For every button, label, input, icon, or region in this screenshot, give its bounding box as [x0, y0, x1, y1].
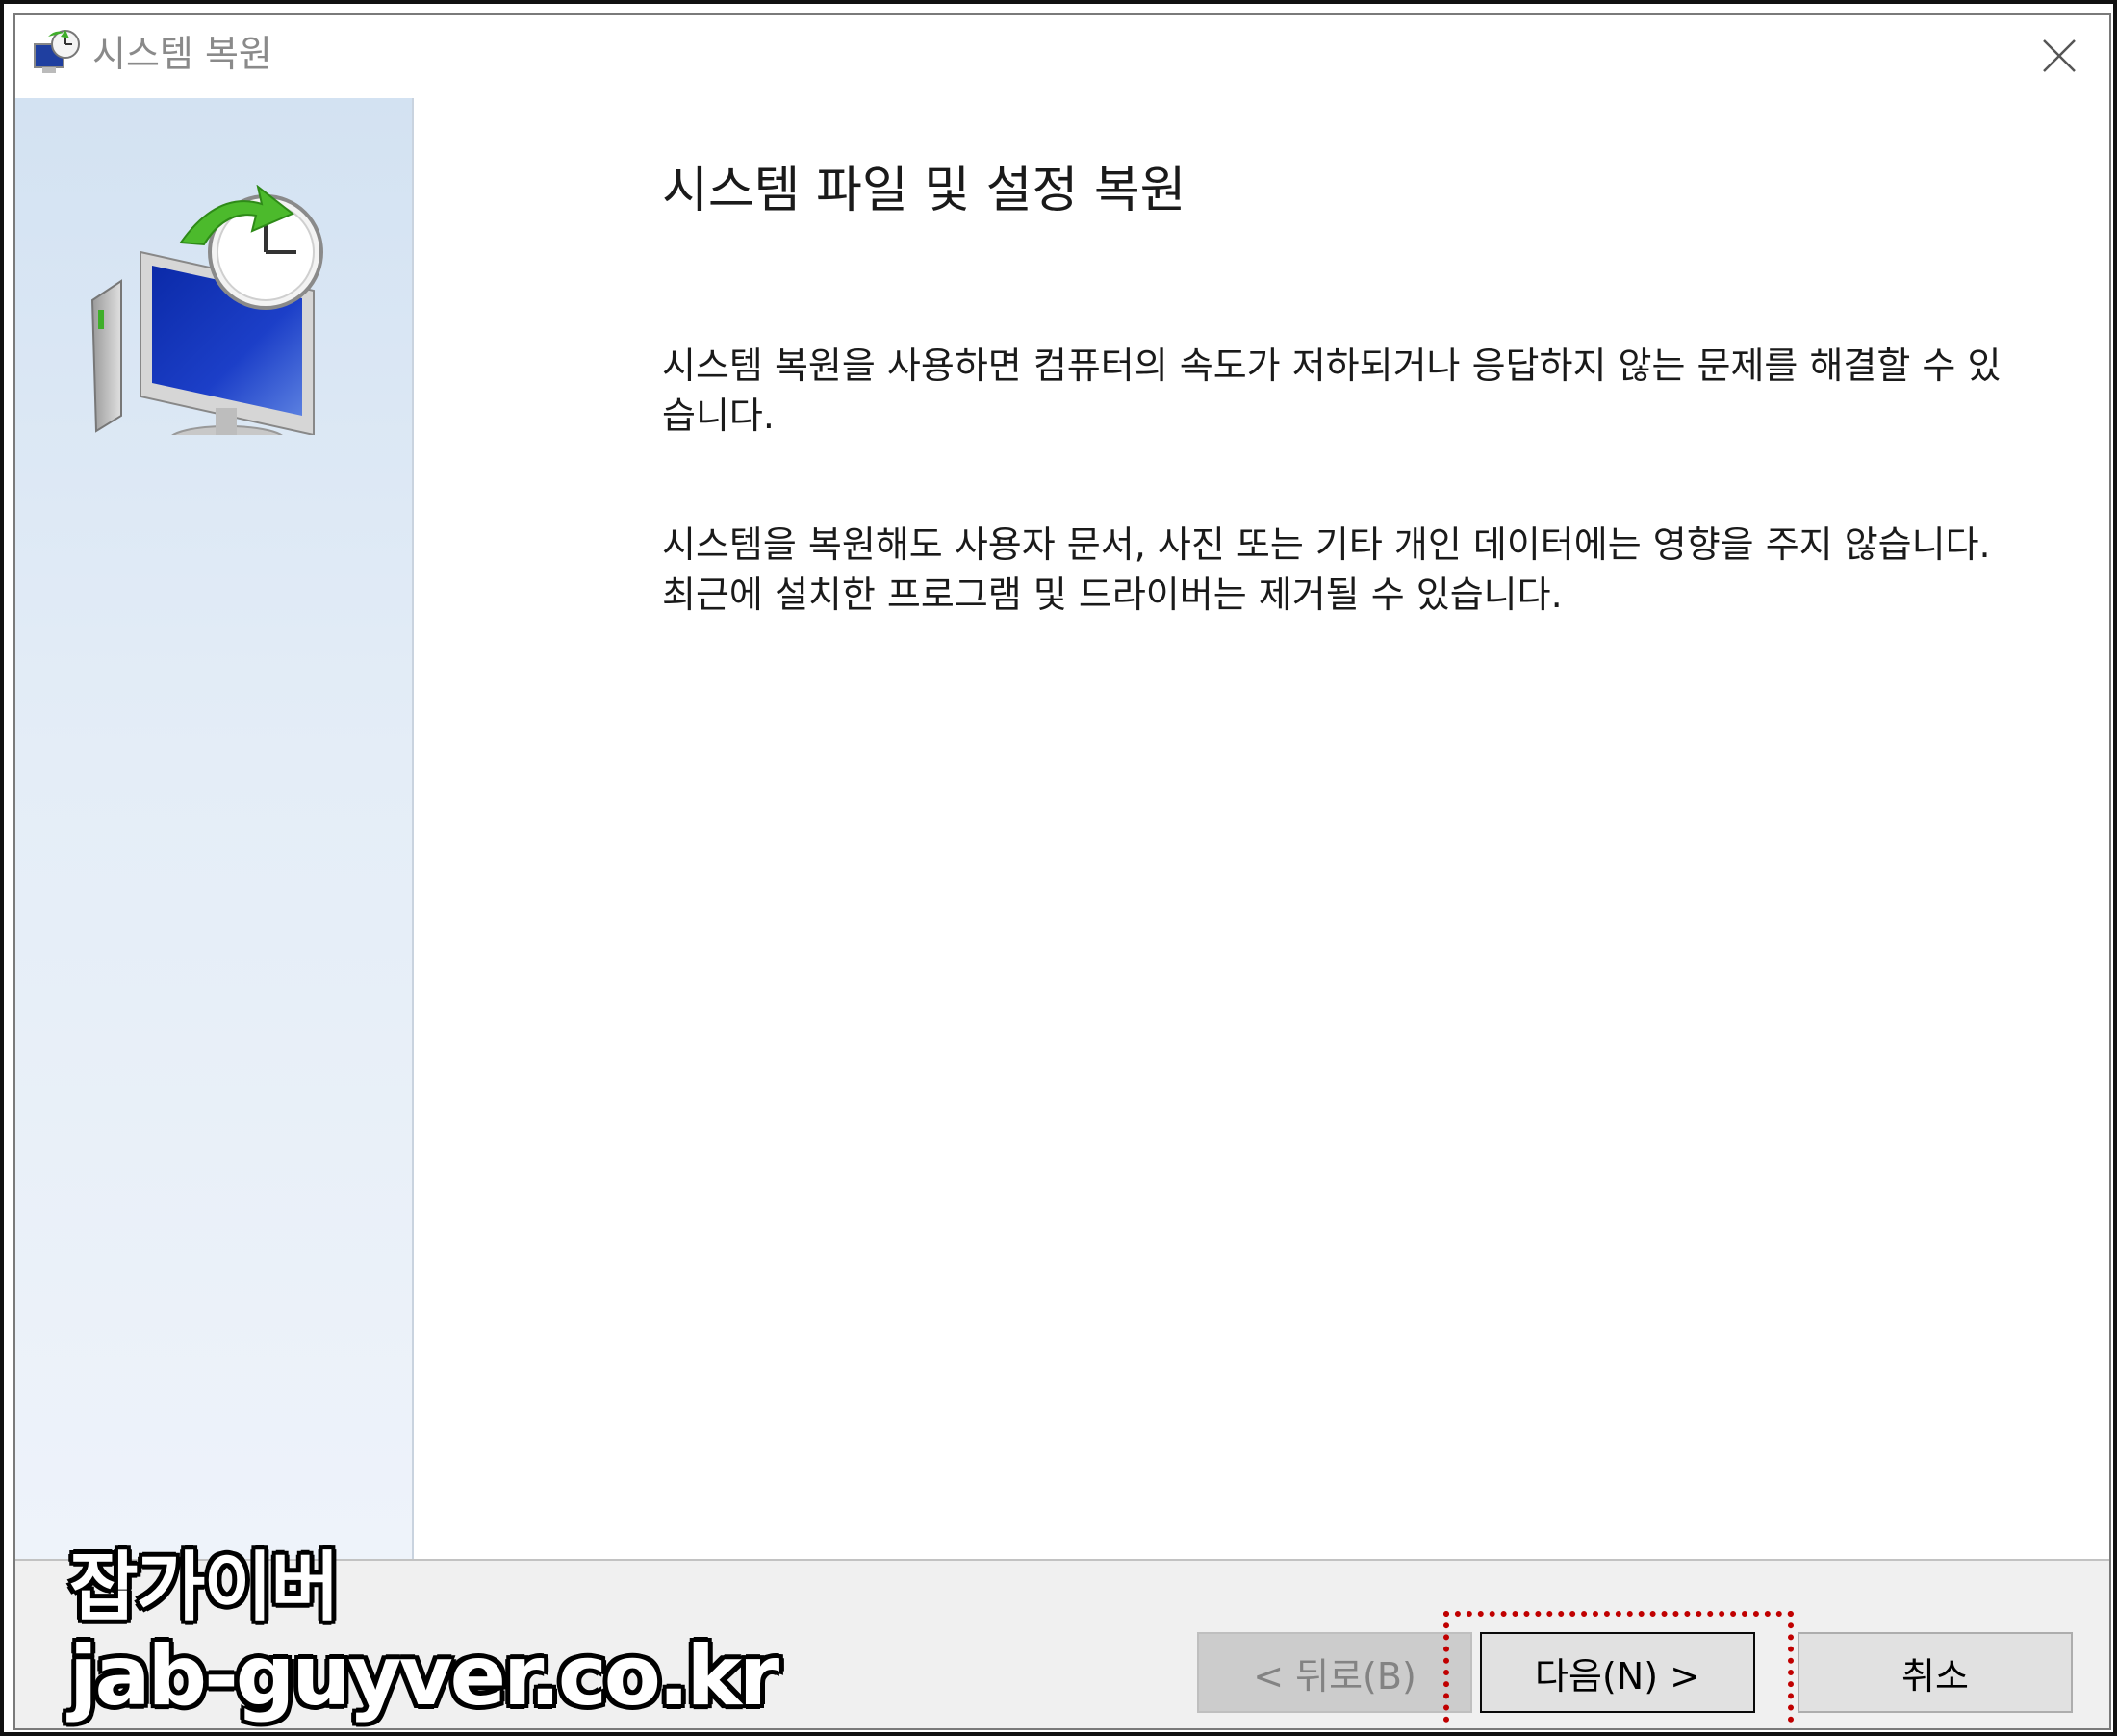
watermark: 잡가이버 jab-guyver.co.kr: [69, 1545, 779, 1724]
window-title: 시스템 복원: [92, 33, 272, 75]
description-paragraph-1: 시스템 복원을 사용하면 컴퓨터의 속도가 저하되거나 응답하지 않는 문제를 …: [662, 345, 2002, 437]
wizard-content: 시스템 파일 및 설정 복원 시스템 복원을 사용하면 컴퓨터의 속도가 저하되…: [414, 98, 2109, 1559]
system-restore-window: 시스템 복원 시스템 파일 및 설정 복원 시스템 복원을 사용하면 컴퓨터의 …: [13, 13, 2111, 1730]
watermark-url: jab-guyver.co.kr: [69, 1628, 779, 1724]
title-bar: 시스템 복원: [15, 15, 2109, 98]
description-paragraph-2: 시스템을 복원해도 사용자 문서, 사진 또는 기타 개인 데이터에는 영향을 …: [662, 523, 1991, 616]
cancel-button[interactable]: 취소: [1798, 1632, 2073, 1713]
system-restore-icon: [34, 30, 80, 73]
next-button-highlight: [1443, 1611, 1794, 1728]
system-restore-illustration: [90, 185, 323, 435]
wizard-sidebar: [15, 98, 414, 1559]
close-icon: [2043, 39, 2076, 72]
page-title: 시스템 파일 및 설정 복원: [662, 162, 1186, 219]
watermark-brand: 잡가이버: [69, 1545, 340, 1631]
screenshot-frame: 시스템 복원 시스템 파일 및 설정 복원 시스템 복원을 사용하면 컴퓨터의 …: [0, 0, 2117, 1736]
close-button[interactable]: [2028, 25, 2090, 87]
back-button[interactable]: < 뒤로(B): [1197, 1632, 1472, 1713]
